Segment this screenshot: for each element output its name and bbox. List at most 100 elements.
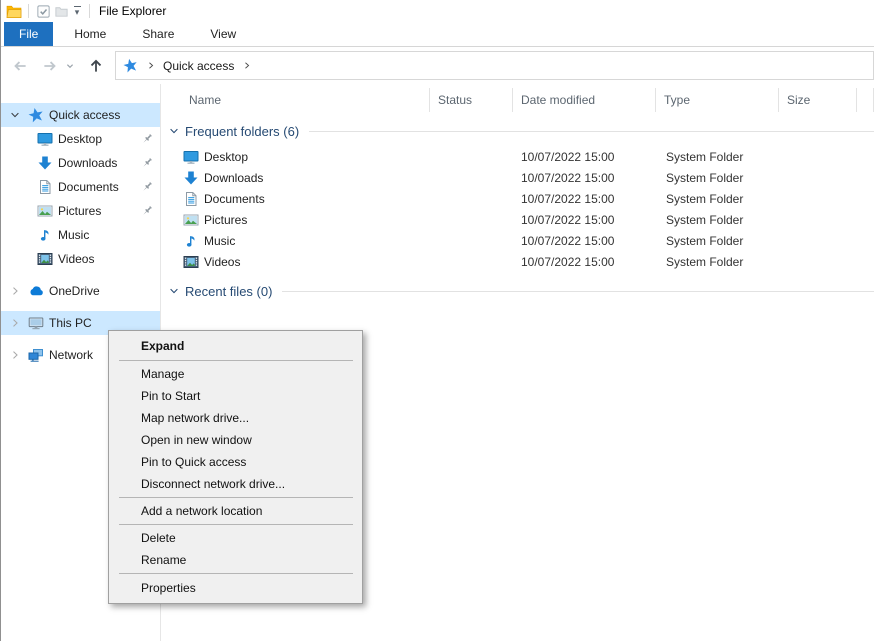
menu-item-disconnect-network-drive[interactable]: Disconnect network drive...: [109, 473, 362, 495]
column-header-status[interactable]: Status: [430, 88, 513, 112]
column-header-date-modified[interactable]: Date modified: [513, 88, 656, 112]
music-icon: [37, 227, 53, 243]
tab-home[interactable]: Home: [59, 22, 121, 46]
file-date-modified: 10/07/2022 15:00: [513, 150, 656, 164]
title-bar: ▾ File Explorer: [1, 0, 874, 22]
sidebar-item-desktop[interactable]: Desktop: [1, 127, 160, 151]
file-name: Videos: [204, 255, 240, 269]
file-row-downloads[interactable]: Downloads 10/07/2022 15:00 System Folder: [161, 167, 874, 188]
downloads-icon: [183, 170, 199, 186]
chevron-right-icon[interactable]: [9, 285, 21, 297]
column-header-size[interactable]: Size: [779, 88, 857, 112]
file-type: System Folder: [656, 234, 779, 248]
menu-item-rename[interactable]: Rename: [109, 549, 362, 571]
sidebar-item-label: OneDrive: [49, 284, 100, 298]
chevron-right-icon[interactable]: [9, 349, 21, 361]
quick-access-star-icon: [123, 58, 138, 73]
this-pc-icon: [28, 315, 44, 331]
column-header-type[interactable]: Type: [656, 88, 779, 112]
properties-check-icon[interactable]: [34, 2, 52, 20]
chevron-down-icon[interactable]: [9, 109, 21, 121]
chevron-right-icon[interactable]: [9, 317, 21, 329]
sidebar-item-music[interactable]: Music: [1, 223, 160, 247]
group-label: Frequent folders (6): [185, 124, 299, 139]
group-header-frequent-folders[interactable]: Frequent folders (6): [168, 121, 874, 141]
pictures-icon: [37, 203, 53, 219]
new-folder-icon[interactable]: [52, 2, 70, 20]
documents-icon: [183, 191, 199, 207]
ribbon-tabs: File Home Share View: [1, 22, 874, 47]
sidebar-item-label: This PC: [49, 316, 92, 330]
menu-item-add-a-network-location[interactable]: Add a network location: [109, 500, 362, 522]
menu-item-delete[interactable]: Delete: [109, 527, 362, 549]
recent-locations-dropdown-icon[interactable]: [63, 59, 77, 73]
column-header-filler: [857, 88, 874, 112]
sidebar-item-quick-access[interactable]: Quick access: [1, 103, 160, 127]
menu-item-pin-to-quick-access[interactable]: Pin to Quick access: [109, 451, 362, 473]
sidebar-item-documents[interactable]: Documents: [1, 175, 160, 199]
file-date-modified: 10/07/2022 15:00: [513, 192, 656, 206]
back-arrow-icon[interactable]: [11, 57, 29, 75]
breadcrumb-chevron-icon: [145, 60, 156, 71]
file-row-pictures[interactable]: Pictures 10/07/2022 15:00 System Folder: [161, 209, 874, 230]
menu-separator: [119, 360, 353, 361]
file-name: Pictures: [204, 213, 247, 227]
videos-icon: [37, 251, 53, 267]
menu-item-expand[interactable]: Expand: [109, 334, 362, 358]
desktop-icon: [37, 131, 53, 147]
group-rule: [282, 291, 874, 292]
tab-view[interactable]: View: [195, 22, 251, 46]
menu-item-manage[interactable]: Manage: [109, 363, 362, 385]
file-row-desktop[interactable]: Desktop 10/07/2022 15:00 System Folder: [161, 146, 874, 167]
menu-item-pin-to-start[interactable]: Pin to Start: [109, 385, 362, 407]
videos-icon: [183, 254, 199, 270]
file-row-videos[interactable]: Videos 10/07/2022 15:00 System Folder: [161, 251, 874, 272]
column-header-name[interactable]: Name: [161, 88, 430, 112]
sidebar-item-videos[interactable]: Videos: [1, 247, 160, 271]
divider: [28, 4, 29, 18]
file-name: Music: [204, 234, 235, 248]
group-label: Recent files (0): [185, 284, 272, 299]
sidebar-item-label: Pictures: [58, 204, 101, 218]
up-arrow-icon[interactable]: [87, 57, 105, 75]
chevron-down-icon[interactable]: [168, 125, 180, 137]
divider: [89, 4, 90, 18]
sidebar-item-pictures[interactable]: Pictures: [1, 199, 160, 223]
tab-file[interactable]: File: [4, 22, 53, 46]
file-type: System Folder: [656, 192, 779, 206]
address-bar[interactable]: Quick access: [115, 51, 874, 80]
pin-icon: [140, 132, 154, 146]
menu-item-properties[interactable]: Properties: [109, 576, 362, 600]
sidebar-item-downloads[interactable]: Downloads: [1, 151, 160, 175]
sidebar-item-label: Downloads: [58, 156, 117, 170]
chevron-down-icon[interactable]: [168, 285, 180, 297]
customize-toolbar-dropdown-icon[interactable]: ▾: [70, 6, 84, 16]
breadcrumb[interactable]: Quick access: [163, 59, 234, 73]
sidebar-item-label: Documents: [58, 180, 119, 194]
group-header-recent-files[interactable]: Recent files (0): [168, 281, 874, 301]
documents-icon: [37, 179, 53, 195]
file-date-modified: 10/07/2022 15:00: [513, 234, 656, 248]
menu-item-map-network-drive[interactable]: Map network drive...: [109, 407, 362, 429]
forward-arrow-icon[interactable]: [41, 57, 59, 75]
onedrive-icon: [28, 283, 44, 299]
file-date-modified: 10/07/2022 15:00: [513, 213, 656, 227]
file-row-music[interactable]: Music 10/07/2022 15:00 System Folder: [161, 230, 874, 251]
navigation-bar: Quick access: [1, 47, 874, 84]
menu-separator: [119, 497, 353, 498]
file-type: System Folder: [656, 255, 779, 269]
window-title: File Explorer: [99, 4, 166, 18]
sidebar-item-onedrive[interactable]: OneDrive: [1, 279, 160, 303]
file-date-modified: 10/07/2022 15:00: [513, 171, 656, 185]
file-explorer-logo-icon[interactable]: [5, 2, 23, 20]
file-type: System Folder: [656, 171, 779, 185]
file-row-documents[interactable]: Documents 10/07/2022 15:00 System Folder: [161, 188, 874, 209]
tab-share[interactable]: Share: [127, 22, 189, 46]
file-name: Documents: [204, 192, 265, 206]
file-explorer-window: ▾ File Explorer File Home Share View Qui…: [0, 0, 874, 641]
pin-icon: [140, 204, 154, 218]
downloads-icon: [37, 155, 53, 171]
menu-item-open-in-new-window[interactable]: Open in new window: [109, 429, 362, 451]
quick-access-star-icon: [28, 107, 44, 123]
group-rule: [309, 131, 874, 132]
